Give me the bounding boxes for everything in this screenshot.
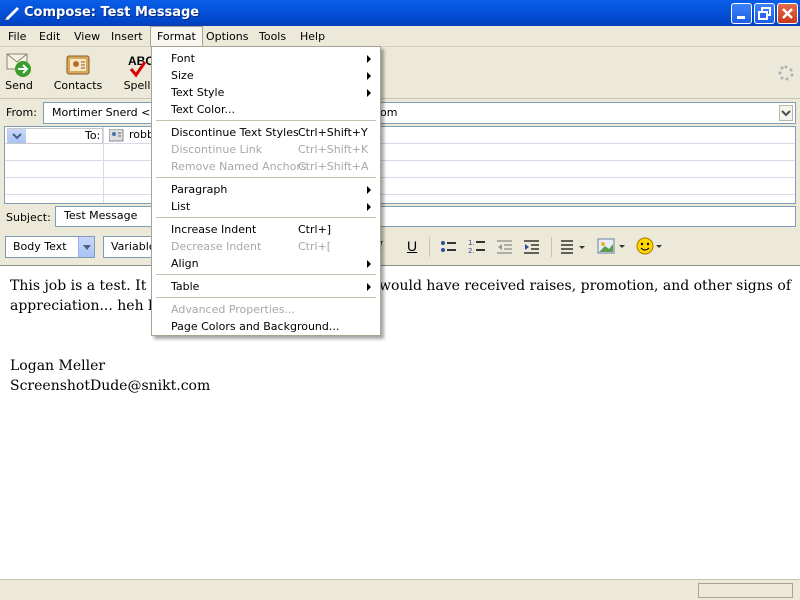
menu-bar: File Edit View Insert Format Options Too…	[0, 26, 800, 47]
menu-item-discontinue-text-styles[interactable]: Discontinue Text Styles Ctrl+Shift+Y	[152, 124, 380, 141]
menu-item-text-style[interactable]: Text Style	[152, 84, 380, 101]
compose-app-icon	[4, 5, 20, 21]
format-menu: Font Size Text Style Text Color... Disco…	[151, 46, 381, 336]
menu-insert[interactable]: Insert	[105, 26, 149, 47]
throbber-icon	[778, 65, 794, 84]
address-divider	[103, 127, 104, 203]
subject-label: Subject:	[6, 211, 51, 224]
toolbar-separator	[429, 237, 430, 257]
svg-text:1.: 1.	[468, 239, 475, 247]
address-type-select[interactable]: To:	[7, 128, 103, 144]
address-row-empty[interactable]	[5, 144, 795, 161]
numbered-list-icon[interactable]: 1. 2.	[468, 238, 486, 258]
spell-button[interactable]: ABC Spell	[120, 49, 154, 97]
submenu-arrow-icon	[367, 89, 375, 97]
font-value: Variable	[111, 240, 156, 253]
send-label: Send	[5, 79, 33, 92]
menu-file[interactable]: File	[2, 26, 32, 47]
restore-button[interactable]	[754, 3, 775, 24]
submenu-arrow-icon	[367, 186, 375, 194]
format-toolbar: Body Text Variable I U 1.2.	[0, 231, 800, 263]
menu-item-discontinue-link: Discontinue Link Ctrl+Shift+K	[171, 143, 369, 156]
spellcheck-icon: ABC	[123, 52, 154, 78]
menu-item-font[interactable]: Font	[152, 50, 380, 67]
toolbar-separator	[551, 237, 552, 257]
from-dropdown-icon[interactable]	[779, 105, 793, 121]
bullet-list-icon[interactable]	[440, 239, 458, 258]
address-list[interactable]: To: robb	[4, 126, 796, 204]
contact-card-icon	[108, 128, 124, 145]
menu-item-align[interactable]: Align	[152, 255, 380, 272]
body-line: This job is a test. It is o, you would h…	[10, 276, 791, 296]
from-label: From:	[6, 106, 37, 119]
menu-help[interactable]: Help	[294, 26, 331, 47]
menu-format[interactable]: Format	[150, 26, 203, 47]
svg-text:2.: 2.	[468, 247, 475, 255]
spell-label: Spell	[123, 79, 151, 92]
address-row-empty[interactable]	[5, 178, 795, 195]
menu-tools[interactable]: Tools	[253, 26, 292, 47]
submenu-arrow-icon	[367, 260, 375, 268]
from-value-tail: om	[380, 106, 398, 119]
title-bar[interactable]: Compose: Test Message	[0, 0, 800, 26]
paragraph-style-dropdown-icon[interactable]	[78, 237, 94, 257]
status-bar	[0, 579, 800, 600]
send-button[interactable]: Send	[2, 49, 36, 97]
address-type-dropdown-icon[interactable]	[8, 129, 26, 143]
send-icon	[5, 52, 33, 78]
menu-separator	[156, 217, 376, 218]
message-body[interactable]: This job is a test. It is o, you would h…	[0, 265, 800, 579]
window-title: Compose: Test Message	[24, 5, 200, 20]
outdent-icon[interactable]	[496, 239, 514, 258]
menu-item-text-color[interactable]: Text Color...	[152, 101, 380, 118]
address-row-empty[interactable]	[5, 161, 795, 178]
menu-separator	[156, 177, 376, 178]
align-menu-icon[interactable]	[560, 239, 586, 258]
indent-icon[interactable]	[523, 239, 541, 258]
to-label: To:	[85, 129, 101, 142]
menu-item-decrease-indent: Decrease Indent Ctrl+[	[171, 240, 332, 253]
menu-item-page-colors[interactable]: Page Colors and Background...	[152, 318, 380, 335]
menu-item-advanced-properties: Advanced Properties...	[171, 303, 295, 316]
body-blank-line	[10, 316, 790, 336]
menu-edit[interactable]: Edit	[33, 26, 66, 47]
contacts-button[interactable]: Contacts	[52, 49, 104, 97]
address-row[interactable]: To: robb	[5, 127, 795, 144]
signature-email: ScreenshotDude@snikt.com	[10, 378, 211, 394]
body-line2: appreciation... heh heh.	[10, 298, 179, 314]
insert-image-icon[interactable]	[597, 238, 627, 258]
menu-item-table[interactable]: Table	[152, 278, 380, 295]
menu-item-list[interactable]: List	[152, 198, 380, 215]
submenu-arrow-icon	[367, 72, 375, 80]
minimize-button[interactable]	[731, 3, 752, 24]
menu-item-remove-named-anchors: Remove Named Anchors Ctrl+Shift+A	[171, 160, 369, 173]
signature-name: Logan Meller	[10, 358, 106, 374]
submenu-arrow-icon	[367, 203, 375, 211]
menu-separator	[156, 120, 376, 121]
progress-meter	[698, 583, 793, 598]
paragraph-style-value: Body Text	[13, 240, 67, 253]
close-button[interactable]	[777, 3, 798, 24]
menu-item-paragraph[interactable]: Paragraph	[152, 181, 380, 198]
paragraph-style-select[interactable]: Body Text	[5, 236, 95, 258]
toolbar: Send Contacts ABC Spell	[0, 47, 800, 99]
smiley-icon[interactable]	[636, 237, 666, 258]
body-blank-line	[10, 336, 790, 356]
menu-options[interactable]: Options	[200, 26, 254, 47]
contacts-label: Contacts	[53, 79, 103, 92]
submenu-arrow-icon	[367, 283, 375, 291]
contacts-icon	[64, 52, 92, 78]
menu-item-increase-indent[interactable]: Increase Indent Ctrl+]	[152, 221, 380, 238]
menu-separator	[156, 274, 376, 275]
menu-view[interactable]: View	[68, 26, 106, 47]
underline-button[interactable]: U	[407, 238, 417, 254]
menu-separator	[156, 297, 376, 298]
submenu-arrow-icon	[367, 55, 375, 63]
menu-item-size[interactable]: Size	[152, 67, 380, 84]
